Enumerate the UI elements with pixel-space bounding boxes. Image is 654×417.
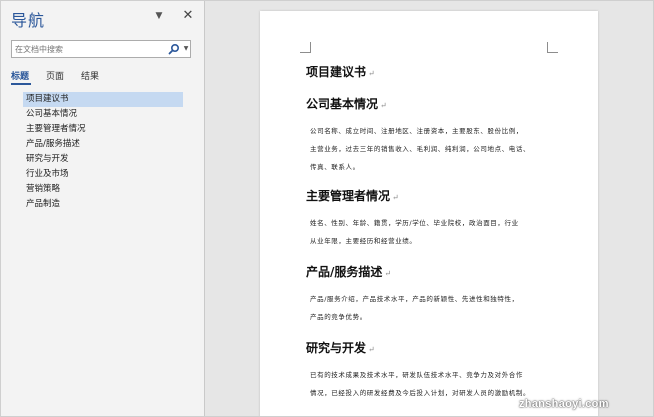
body-line: 产品的竞争优势。	[310, 313, 367, 321]
active-tab-indicator	[11, 83, 31, 85]
heading-item-industry-market[interactable]: 行业及市场	[23, 167, 183, 182]
section-heading-rnd[interactable]: 研究与开发 ↵	[306, 339, 375, 356]
tab-pages-label: 页面	[46, 72, 65, 82]
crop-mark-top-right	[547, 42, 558, 53]
heading-item-marketing[interactable]: 营销策略	[23, 182, 183, 197]
paragraph-mark-icon: ↵	[384, 269, 392, 278]
body-line: 产品/服务介绍，产品技术水平，产品的新颖性、先进性和独特性，	[310, 295, 519, 303]
section-body-management[interactable]: 姓名、性别、年龄、籍贯，学历/学位、毕业院校，政治面目，行业 从业年限，主要经历…	[310, 214, 552, 250]
tab-headings[interactable]: 标题	[11, 69, 31, 85]
body-line: 已有的技术成果及技术水平，研发队伍技术水平、竞争力及对外合作	[310, 371, 523, 379]
chevron-down-icon[interactable]: ▼	[154, 11, 164, 21]
section-heading-company-info[interactable]: 公司基本情况 ↵	[306, 95, 387, 112]
tab-results-label: 结果	[81, 72, 100, 82]
section-heading-text: 公司基本情况	[306, 97, 379, 111]
tab-headings-label: 标题	[11, 72, 30, 82]
body-line: 从业年限，主要经历和经营业绩。	[310, 237, 417, 245]
tab-pages[interactable]: 页面	[46, 69, 64, 82]
document-page[interactable]: 项目建议书 ↵ 公司基本情况 ↵ 公司名称、成立时间、注册地区、注册资本，主要股东、…	[260, 11, 598, 416]
section-heading-text: 研究与开发	[306, 341, 367, 355]
heading-item-proposal[interactable]: 项目建议书	[23, 92, 183, 107]
section-body-company-info[interactable]: 公司名称、成立时间、注册地区、注册资本，主要股东、股份比例， 主营业务，过去三年…	[310, 122, 552, 176]
search-input[interactable]	[12, 41, 164, 57]
heading-list: 项目建议书 公司基本情况 主要管理者情况 产品/服务描述 研究与开发 行业及市场…	[23, 92, 183, 212]
heading-item-product-service[interactable]: 产品/服务描述	[23, 137, 183, 152]
heading-item-company-info[interactable]: 公司基本情况	[23, 107, 183, 122]
nav-search-box[interactable]: ▼	[11, 40, 191, 58]
section-body-rnd[interactable]: 已有的技术成果及技术水平，研发队伍技术水平、竞争力及对外合作 情况，已经投入的研…	[310, 366, 552, 402]
document-title-text: 项目建议书	[306, 65, 367, 79]
body-line: 姓名、性别、年龄、籍贯，学历/学位、毕业院校，政治面目，行业	[310, 219, 519, 227]
crop-mark-top-left	[300, 42, 311, 53]
paragraph-mark-icon: ↵	[392, 193, 399, 202]
nav-pane-title: 导航	[11, 11, 46, 30]
section-body-product-service[interactable]: 产品/服务介绍，产品技术水平，产品的新颖性、先进性和独特性， 产品的竞争优势。	[310, 290, 552, 326]
section-heading-management[interactable]: 主要管理者情况 ↵	[306, 187, 399, 204]
heading-item-rnd[interactable]: 研究与开发	[23, 152, 183, 167]
document-title[interactable]: 项目建议书 ↵	[306, 63, 375, 80]
paragraph-mark-icon: ↵	[368, 345, 375, 354]
section-heading-text: 产品/服务描述	[306, 265, 383, 279]
section-heading-text: 主要管理者情况	[306, 189, 391, 203]
heading-item-manufacturing[interactable]: 产品制造	[23, 197, 183, 212]
close-icon[interactable]: ✕	[181, 9, 195, 23]
section-heading-product-service[interactable]: 产品/服务描述 ↵	[306, 263, 391, 280]
body-line: 传真、联系人。	[310, 163, 360, 171]
body-line: 公司名称、成立时间、注册地区、注册资本，主要股东、股份比例，	[310, 127, 523, 135]
document-area[interactable]: 项目建议书 ↵ 公司基本情况 ↵ 公司名称、成立时间、注册地区、注册资本，主要股东、…	[205, 1, 653, 416]
word-window: 导航 ▼ ✕ ▼ 标题 页面 结果 项目建议书 公司基本情况	[0, 0, 654, 417]
heading-item-management[interactable]: 主要管理者情况	[23, 122, 183, 137]
tab-results[interactable]: 结果	[81, 69, 99, 82]
paragraph-mark-icon: ↵	[380, 101, 387, 110]
body-line: 情况，已经投入的研发经费及今后投入计划，对研发人员的激励机制。	[310, 389, 531, 397]
search-options-chevron-icon[interactable]: ▼	[182, 44, 190, 54]
body-line: 主营业务，过去三年的销售收入、毛利润、纯利润，公司地点、电话、	[310, 145, 531, 153]
site-watermark: zhanshaoyi.com	[519, 398, 609, 410]
paragraph-mark-icon: ↵	[368, 69, 375, 78]
search-icon[interactable]	[168, 43, 180, 55]
navigation-pane: 导航 ▼ ✕ ▼ 标题 页面 结果 项目建议书 公司基本情况	[1, 1, 205, 416]
